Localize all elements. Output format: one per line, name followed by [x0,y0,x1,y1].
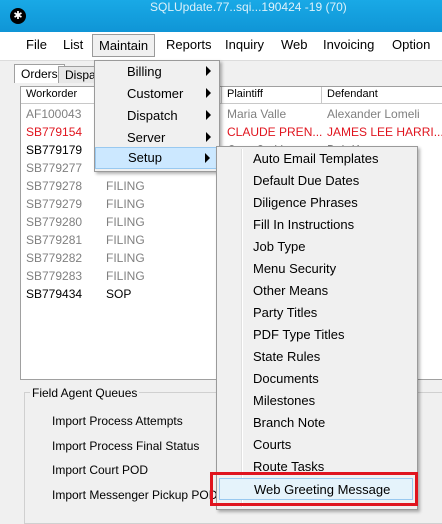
submenu-item-milestones[interactable]: Milestones [217,390,417,412]
menu-file[interactable]: File [26,37,47,52]
submenu-arrow-icon [206,88,211,98]
submenu-item-label: State Rules [253,349,321,364]
menu-maintain[interactable]: Maintain [92,34,156,57]
table-row[interactable]: AF100043 Maria Valle Alexander Lomeli [21,105,442,123]
submenu-item-label: Branch Note [253,415,326,430]
submenu-item-label: Courts [253,437,292,452]
menu-inquiry[interactable]: Inquiry [225,37,264,52]
maintain-dropdown: Billing Customer Dispatch Server Setup [94,60,220,172]
cell-workorder: AF100043 [26,107,82,121]
submenu-item-branch-note[interactable]: Branch Note [217,412,417,434]
submenu-item-pdf-type-titles[interactable]: PDF Type Titles [217,324,417,346]
submenu-arrow-icon [206,132,211,142]
menu-reports[interactable]: Reports [166,37,212,52]
submenu-arrow-icon [206,110,211,120]
queue-import-court-pod[interactable]: Import Court POD [52,463,148,477]
submenu-item-state-rules[interactable]: State Rules [217,346,417,368]
menu-item-billing[interactable]: Billing [95,61,219,83]
cell-defendant: Alexander Lomeli [327,107,420,121]
submenu-item-courts[interactable]: Courts [217,434,417,456]
submenu-item-documents[interactable]: Documents [217,368,417,390]
app-icon[interactable]: ✱ [10,8,26,24]
submenu-item-label: Diligence Phrases [253,195,358,210]
menu-item-dispatch[interactable]: Dispatch [95,105,219,127]
submenu-item-label: Documents [253,371,319,386]
cell-type: FILING [106,215,145,229]
queue-import-process-attempts[interactable]: Import Process Attempts [52,414,183,428]
cell-type: FILING [106,179,145,193]
menu-item-setup[interactable]: Setup [95,147,219,169]
submenu-item-label: Job Type [253,239,306,254]
submenu-item-auto-email-templates[interactable]: Auto Email Templates [217,148,417,170]
queue-import-process-final-status[interactable]: Import Process Final Status [52,439,199,453]
submenu-item-job-type[interactable]: Job Type [217,236,417,258]
submenu-item-menu-security[interactable]: Menu Security [217,258,417,280]
cell-workorder: SB779154 [26,125,83,139]
cell-workorder: SB779282 [26,251,83,265]
submenu-item-label: Menu Security [253,261,337,276]
cell-plaintiff: Maria Valle [227,107,287,121]
menu-item-server[interactable]: Server [95,127,219,149]
window-title: SQLUpdate.77..sqi...190424 -19 (70) [150,0,347,14]
column-header-workorder[interactable]: Workorder [26,88,77,100]
menubar: File List Maintain Reports Inquiry Web I… [0,32,442,61]
cell-type: FILING [106,233,145,247]
cell-workorder: SB779281 [26,233,83,247]
cell-plaintiff: CLAUDE PREN... [227,125,323,139]
menu-item-customer[interactable]: Customer [95,83,219,105]
cell-workorder: SB779278 [26,179,83,193]
submenu-arrow-icon [205,153,210,163]
submenu-item-label: Default Due Dates [253,173,360,188]
table-row[interactable]: SB779154 CLAUDE PREN... JAMES LEE HARRI... [21,123,442,141]
submenu-item-diligence-phrases[interactable]: Diligence Phrases [217,192,417,214]
field-agent-queues-title: Field Agent Queues [30,386,140,400]
cell-workorder: SB779434 [26,287,83,301]
cell-workorder: SB779277 [26,161,83,175]
cell-type: FILING [106,251,145,265]
cell-type: FILING [106,269,145,283]
cell-type: SOP [106,287,132,301]
menu-list[interactable]: List [63,37,83,52]
submenu-item-default-due-dates[interactable]: Default Due Dates [217,170,417,192]
submenu-item-label: PDF Type Titles [253,327,345,342]
cell-workorder: SB779283 [26,269,83,283]
cell-workorder: SB779280 [26,215,83,229]
menu-web[interactable]: Web [281,37,308,52]
setup-submenu: Auto Email Templates Default Due Dates Dil… [216,146,418,510]
highlight-box [210,472,418,506]
submenu-item-label: Fill In Instructions [253,217,355,232]
submenu-item-fill-in-instructions[interactable]: Fill In Instructions [217,214,417,236]
cell-defendant: JAMES LEE HARRI... [327,125,442,139]
cell-workorder: SB779179 [26,143,83,157]
submenu-item-label: Party Titles [253,305,318,320]
column-header-defendant[interactable]: Defendant [327,88,378,100]
submenu-arrow-icon [206,66,211,76]
submenu-item-party-titles[interactable]: Party Titles [217,302,417,324]
submenu-item-other-means[interactable]: Other Means [217,280,417,302]
cell-type: FILING [106,197,145,211]
queue-import-messenger-pickup-pod[interactable]: Import Messenger Pickup POD [52,488,217,502]
menu-invoicing[interactable]: Invoicing [323,37,374,52]
grid-header: Workorder Plaintiff Defendant [21,87,442,104]
window-titlebar[interactable]: ✱ SQLUpdate.77..sqi...190424 -19 (70) [0,0,442,32]
menu-option[interactable]: Option [392,37,430,52]
column-header-plaintiff[interactable]: Plaintiff [227,88,263,100]
submenu-item-label: Other Means [253,283,329,298]
cell-workorder: SB779279 [26,197,83,211]
submenu-item-label: Milestones [253,393,316,408]
submenu-item-label: Auto Email Templates [253,151,379,166]
